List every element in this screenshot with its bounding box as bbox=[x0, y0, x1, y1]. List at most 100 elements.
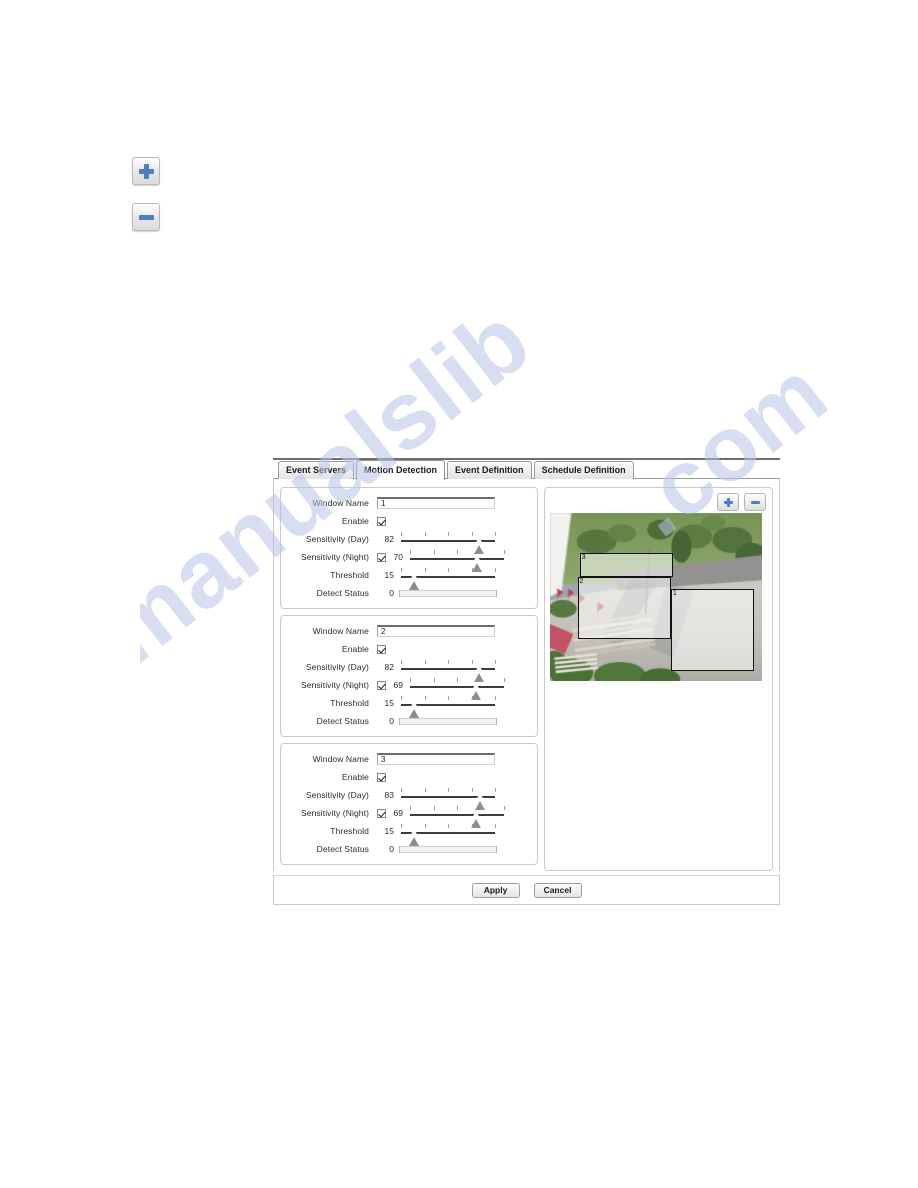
slider-thumb[interactable] bbox=[474, 535, 485, 554]
threshold-label: Threshold bbox=[330, 698, 369, 708]
cancel-button[interactable]: Cancel bbox=[533, 882, 582, 898]
detect-status-bar bbox=[399, 590, 497, 597]
detect-status-label: Detect Status bbox=[316, 588, 369, 598]
sensitivity-day-row: Sensitivity (Day) 82 bbox=[285, 530, 529, 554]
sensitivity-night-checkbox[interactable] bbox=[377, 808, 386, 818]
detection-window-box[interactable]: 1 bbox=[670, 588, 754, 671]
enable-checkbox[interactable] bbox=[377, 772, 386, 782]
window-name-row: Window Name bbox=[285, 622, 529, 640]
slider-thumb[interactable] bbox=[475, 791, 486, 810]
window-name-input[interactable] bbox=[377, 497, 495, 509]
detect-status-label: Detect Status bbox=[316, 844, 369, 854]
slider-thumb[interactable] bbox=[408, 699, 419, 718]
detect-status-bar bbox=[399, 846, 497, 853]
camera-video-frame[interactable]: 3 2 1 bbox=[550, 513, 762, 681]
threshold-slider[interactable] bbox=[399, 695, 497, 718]
slider-thumb[interactable] bbox=[471, 553, 482, 572]
minus-icon bbox=[750, 500, 760, 504]
detection-window-box[interactable]: 2 bbox=[577, 576, 671, 639]
slider-ticks bbox=[410, 678, 505, 682]
sensitivity-night-slider[interactable] bbox=[408, 677, 506, 700]
sensitivity-night-checkbox[interactable] bbox=[377, 552, 386, 562]
slider-thumb[interactable] bbox=[474, 663, 485, 682]
enable-checkbox[interactable] bbox=[377, 516, 386, 526]
sensitivity-night-value: 70 bbox=[393, 552, 403, 562]
remove-window-button[interactable] bbox=[132, 203, 160, 231]
enable-label: Enable bbox=[341, 772, 369, 782]
sensitivity-day-slider[interactable] bbox=[399, 659, 497, 682]
sensitivity-day-value: 83 bbox=[384, 790, 394, 800]
video-preview-panel: 3 2 1 bbox=[544, 487, 773, 871]
minus-icon bbox=[138, 214, 154, 220]
detection-window-label: 3 bbox=[581, 554, 586, 562]
detect-status-label: Detect Status bbox=[316, 716, 369, 726]
add-window-button[interactable] bbox=[132, 157, 160, 185]
slider-ticks bbox=[410, 806, 505, 810]
tab-event-servers[interactable]: Event Servers bbox=[278, 461, 355, 479]
motion-window-panel: Window Name Enable Sensitivity (Day) 82 bbox=[280, 487, 538, 609]
sensitivity-day-slider[interactable] bbox=[399, 531, 497, 554]
tab-event-definition[interactable]: Event Definition bbox=[447, 461, 532, 479]
detection-window-box[interactable]: 3 bbox=[579, 553, 673, 577]
enable-label: Enable bbox=[341, 516, 369, 526]
slider-track bbox=[410, 558, 504, 560]
sensitivity-night-row: Sensitivity (Night) 69 bbox=[285, 804, 529, 828]
slider-track bbox=[410, 814, 504, 816]
enable-row: Enable bbox=[285, 512, 529, 530]
sensitivity-day-slider[interactable] bbox=[399, 787, 497, 810]
window-name-input[interactable] bbox=[377, 753, 495, 765]
slider-track bbox=[410, 686, 504, 688]
sensitivity-night-label: Sensitivity (Night) bbox=[300, 808, 369, 818]
video-toolbar bbox=[548, 491, 769, 513]
slider-thumb[interactable] bbox=[408, 571, 419, 590]
sensitivity-night-label: Sensitivity (Night) bbox=[300, 680, 369, 690]
threshold-value: 15 bbox=[384, 698, 394, 708]
slider-ticks bbox=[410, 550, 505, 554]
sensitivity-day-row: Sensitivity (Day) 82 bbox=[285, 658, 529, 682]
sensitivity-night-row: Sensitivity (Night) 69 bbox=[285, 676, 529, 700]
window-name-label: Window Name bbox=[312, 498, 369, 508]
sensitivity-day-label: Sensitivity (Day) bbox=[305, 790, 369, 800]
window-name-label: Window Name bbox=[312, 754, 369, 764]
motion-window-panel: Window Name Enable Sensitivity (Day) 83 bbox=[280, 743, 538, 865]
motion-detection-dialog: Event Servers Motion Detection Event Defin… bbox=[273, 458, 780, 905]
sensitivity-day-label: Sensitivity (Day) bbox=[305, 662, 369, 672]
detect-status-value: 0 bbox=[389, 844, 394, 854]
enable-label: Enable bbox=[341, 644, 369, 654]
threshold-slider[interactable] bbox=[399, 567, 497, 590]
threshold-value: 15 bbox=[384, 570, 394, 580]
sensitivity-night-row: Sensitivity (Night) 70 bbox=[285, 548, 529, 572]
sensitivity-night-slider[interactable] bbox=[408, 549, 506, 572]
sensitivity-night-slider[interactable] bbox=[408, 805, 506, 828]
window-name-input[interactable] bbox=[377, 625, 495, 637]
video-zoom-in-button[interactable] bbox=[717, 493, 739, 511]
detect-status-value: 0 bbox=[389, 716, 394, 726]
detect-status-row: Detect Status 0 bbox=[285, 840, 529, 858]
slider-thumb[interactable] bbox=[408, 827, 419, 846]
threshold-label: Threshold bbox=[330, 826, 369, 836]
tab-schedule-definition[interactable]: Schedule Definition bbox=[533, 461, 634, 479]
threshold-value: 15 bbox=[384, 826, 394, 836]
detect-status-value: 0 bbox=[389, 588, 394, 598]
threshold-row: Threshold 15 bbox=[285, 566, 529, 590]
sensitivity-night-label: Sensitivity (Night) bbox=[300, 552, 369, 562]
slider-thumb[interactable] bbox=[470, 809, 481, 828]
dialog-body: Window Name Enable Sensitivity (Day) 82 bbox=[273, 479, 780, 871]
apply-button[interactable]: Apply bbox=[471, 882, 520, 898]
sensitivity-night-checkbox[interactable] bbox=[377, 680, 386, 690]
sensitivity-day-label: Sensitivity (Day) bbox=[305, 534, 369, 544]
threshold-row: Threshold 15 bbox=[285, 694, 529, 718]
window-name-label: Window Name bbox=[312, 626, 369, 636]
dialog-footer: Apply Cancel bbox=[273, 875, 780, 905]
sensitivity-day-value: 82 bbox=[384, 534, 394, 544]
threshold-slider[interactable] bbox=[399, 823, 497, 846]
sensitivity-night-value: 69 bbox=[393, 808, 403, 818]
slider-thumb[interactable] bbox=[470, 681, 481, 700]
threshold-label: Threshold bbox=[330, 570, 369, 580]
sensitivity-day-value: 82 bbox=[384, 662, 394, 672]
enable-row: Enable bbox=[285, 768, 529, 786]
tab-motion-detection[interactable]: Motion Detection bbox=[356, 460, 446, 480]
enable-checkbox[interactable] bbox=[377, 644, 386, 654]
video-zoom-out-button[interactable] bbox=[744, 493, 766, 511]
enable-row: Enable bbox=[285, 640, 529, 658]
